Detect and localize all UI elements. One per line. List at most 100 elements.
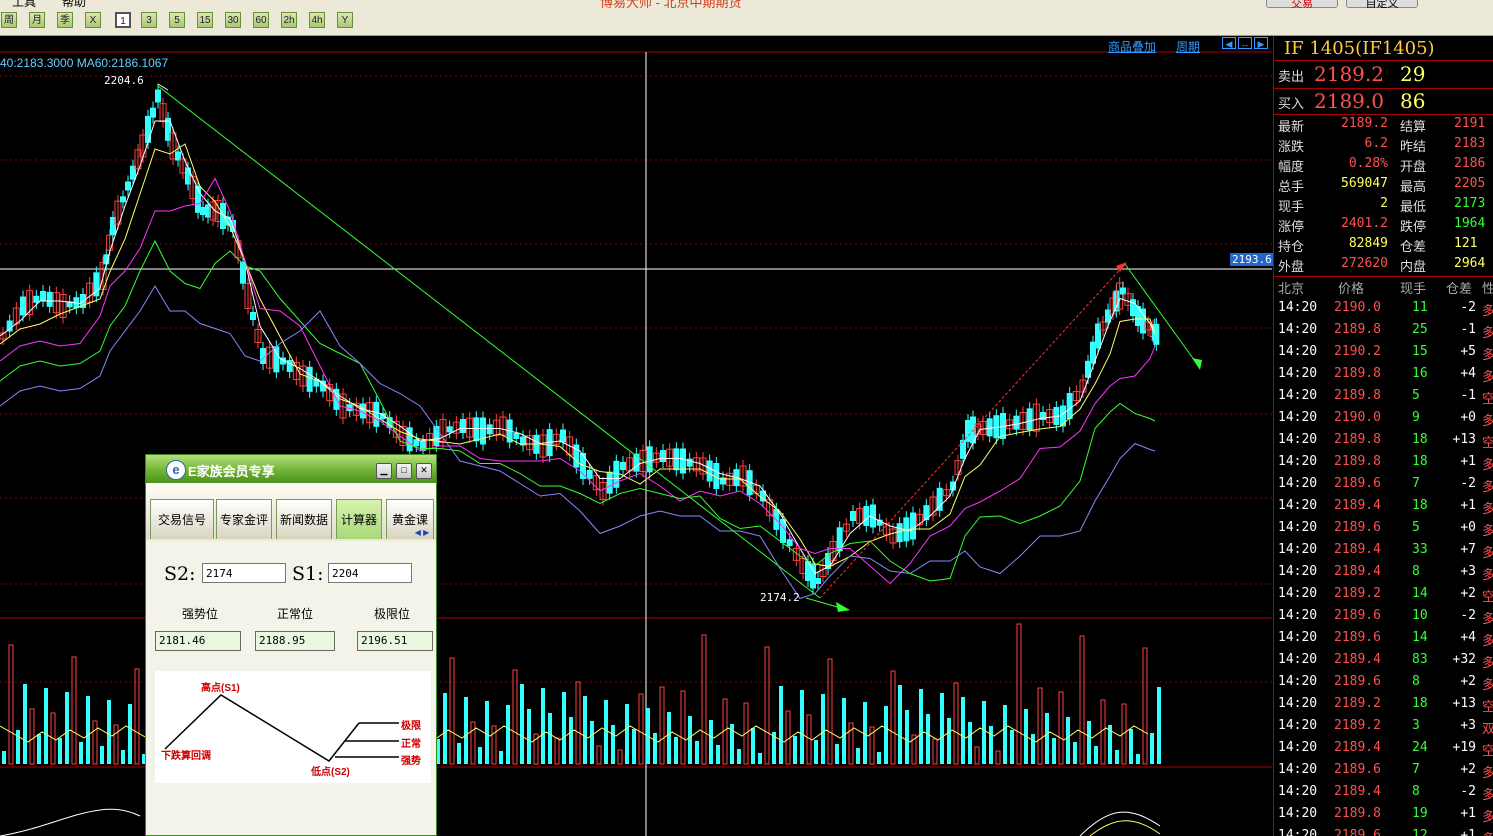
volume-bar [688, 716, 692, 764]
period-button-4[interactable]: 1 [115, 12, 131, 28]
overlay-link[interactable]: 商品叠加 [1108, 38, 1156, 55]
custom-button[interactable]: 自定义 [1346, 0, 1418, 8]
period-button-9[interactable]: 60 [253, 12, 269, 28]
tick-cell-1: 2189.8 [1334, 454, 1381, 469]
tick-row[interactable]: 14:20 2189.2 18 +13 空 [1274, 694, 1493, 716]
strong-level-label: 强势位 [182, 607, 219, 621]
menu-tools[interactable]: 工具 [12, 0, 36, 8]
tick-cell-4: 多 [1482, 608, 1493, 627]
volume-bar [989, 726, 993, 764]
tick-cell-1: 2189.8 [1334, 806, 1381, 821]
s2-input[interactable] [202, 563, 286, 583]
period-button-7[interactable]: 15 [197, 12, 213, 28]
tick-cell-2: 8 [1412, 564, 1420, 579]
volume-bar [128, 704, 132, 764]
tick-cell-1: 2189.2 [1334, 696, 1381, 711]
quote-value: 2 [1380, 196, 1388, 211]
tick-row[interactable]: 14:20 2190.2 15 +5 多 [1274, 342, 1493, 364]
limit-level-value: 2196.51 [357, 631, 433, 651]
arrow-right-icon[interactable]: ▶ [1254, 37, 1268, 49]
tick-row[interactable]: 14:20 2189.6 10 -2 多 [1274, 606, 1493, 628]
volume-bar [758, 753, 762, 764]
tick-cell-1: 2189.6 [1334, 762, 1381, 777]
volume-bar [898, 685, 902, 764]
tick-row[interactable]: 14:20 2189.6 7 +2 多 [1274, 760, 1493, 782]
tick-row[interactable]: 14:20 2189.4 8 -2 多 [1274, 782, 1493, 804]
tick-row[interactable]: 14:20 2189.8 5 -1 空 [1274, 386, 1493, 408]
tick-row[interactable]: 14:20 2189.6 7 -2 多 [1274, 474, 1493, 496]
tick-row[interactable]: 14:20 2190.0 9 +0 多 [1274, 408, 1493, 430]
dialog-titlebar[interactable]: e E家族会员专享 ▁ □ ✕ [146, 455, 436, 483]
candle-body [815, 578, 821, 584]
volume-bar [1073, 742, 1077, 764]
quote-value-2: 2964 [1454, 256, 1486, 271]
arrows-horizontal-icon[interactable]: ↔ [1238, 37, 1252, 49]
tick-cell-4: 多 [1482, 344, 1493, 363]
period-button-2[interactable]: 季 [57, 12, 73, 28]
candle-body [960, 439, 966, 459]
tick-row[interactable]: 14:20 2189.4 8 +3 多 [1274, 562, 1493, 584]
trade-button[interactable]: 交易 [1266, 0, 1338, 8]
sell-label: 卖出 [1278, 69, 1305, 84]
tick-cell-0: 14:20 [1278, 520, 1318, 535]
dialog-tab-0[interactable]: 交易信号 [150, 499, 214, 539]
tick-row[interactable]: 14:20 2189.4 18 +1 多 [1274, 496, 1493, 518]
volume-bar [134, 668, 140, 765]
s1-input[interactable] [328, 563, 412, 583]
tick-row[interactable]: 14:20 2189.2 14 +2 空 [1274, 584, 1493, 606]
retrace-diagram: 高点(S1) 下跌算回调 低点(S2) 极限 正常 强势 [155, 671, 431, 783]
tick-cell-1: 2190.0 [1334, 410, 1381, 425]
candle-body [406, 427, 413, 452]
tick-cell-3: +2 [1460, 762, 1476, 777]
tick-row[interactable]: 14:20 2189.8 16 +4 多 [1274, 364, 1493, 386]
volume-bar [856, 748, 860, 764]
tick-row[interactable]: 14:20 2189.2 3 +3 双 [1274, 716, 1493, 738]
volume-bar [1079, 635, 1085, 765]
volume-bar [814, 740, 818, 764]
chart-nav-controls[interactable]: ◀ ↔ ▶ [1222, 37, 1270, 49]
tick-row[interactable]: 14:20 2189.4 33 +7 多 [1274, 540, 1493, 562]
volume-bar [1037, 687, 1043, 765]
close-icon[interactable]: ✕ [416, 463, 432, 479]
tab-scroll-arrows-icon[interactable]: ◀ ▶ [412, 528, 432, 538]
volume-bar [919, 689, 923, 764]
tick-row[interactable]: 14:20 2189.6 12 +1 多 [1274, 826, 1493, 836]
period-toolbar: 周月季 X 1 3 5 15 30 60 2h 4h Y [0, 8, 1493, 36]
tick-row[interactable]: 14:20 2190.0 11 -2 多 [1274, 298, 1493, 320]
minimize-icon[interactable]: ▁ [376, 463, 392, 479]
tick-row[interactable]: 14:20 2189.6 14 +4 多 [1274, 628, 1493, 650]
tick-row[interactable]: 14:20 2189.8 18 +13 空 [1274, 430, 1493, 452]
dialog-tab-2[interactable]: 新闻数据 [276, 499, 332, 539]
quote-value: 0.28% [1348, 156, 1388, 171]
tick-row[interactable]: 14:20 2189.8 25 -1 多 [1274, 320, 1493, 342]
period-button-3[interactable]: X [85, 12, 101, 28]
tick-row[interactable]: 14:20 2189.4 24 +19 空 [1274, 738, 1493, 760]
tick-cell-4: 空 [1482, 586, 1493, 605]
tick-row[interactable]: 14:20 2189.6 5 +0 多 [1274, 518, 1493, 540]
period-button-5[interactable]: 3 [141, 12, 157, 28]
volume-bar [785, 710, 791, 765]
menu-help[interactable]: 帮助 [62, 0, 86, 8]
dialog-tab-1[interactable]: 专家金评 [216, 499, 272, 539]
tick-cell-1: 2189.8 [1334, 366, 1381, 381]
period-button-6[interactable]: 5 [169, 12, 185, 28]
dialog-tab-3[interactable]: 计算器 [336, 499, 382, 539]
maximize-icon[interactable]: □ [396, 463, 412, 479]
period-button-11[interactable]: 4h [309, 12, 325, 28]
period-button-0[interactable]: 周 [1, 12, 17, 28]
macd-signal-line [1089, 820, 1161, 836]
tick-row[interactable]: 14:20 2189.6 8 +2 多 [1274, 672, 1493, 694]
tick-row[interactable]: 14:20 2189.4 83 +32 多 [1274, 650, 1493, 672]
period-button-8[interactable]: 30 [225, 12, 241, 28]
arrow-left-icon[interactable]: ◀ [1222, 37, 1236, 49]
period-button-10[interactable]: 2h [281, 12, 297, 28]
period-button-12[interactable]: Y [337, 12, 353, 28]
tick-cell-2: 24 [1412, 740, 1428, 755]
tick-row[interactable]: 14:20 2189.8 19 +1 多 [1274, 804, 1493, 826]
period-link[interactable]: 周期 [1176, 38, 1200, 55]
volume-bar [884, 706, 888, 764]
period-button-1[interactable]: 月 [29, 12, 45, 28]
tick-row[interactable]: 14:20 2189.8 18 +1 多 [1274, 452, 1493, 474]
tick-cell-0: 14:20 [1278, 740, 1318, 755]
tick-cell-4: 多 [1482, 366, 1493, 385]
